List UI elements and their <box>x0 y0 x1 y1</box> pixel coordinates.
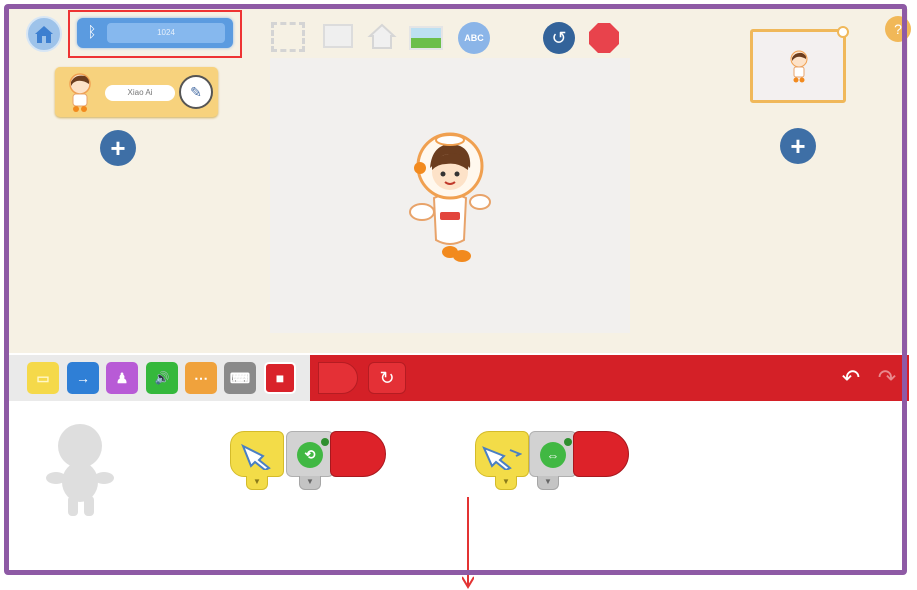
screenshot-frame <box>4 4 907 575</box>
